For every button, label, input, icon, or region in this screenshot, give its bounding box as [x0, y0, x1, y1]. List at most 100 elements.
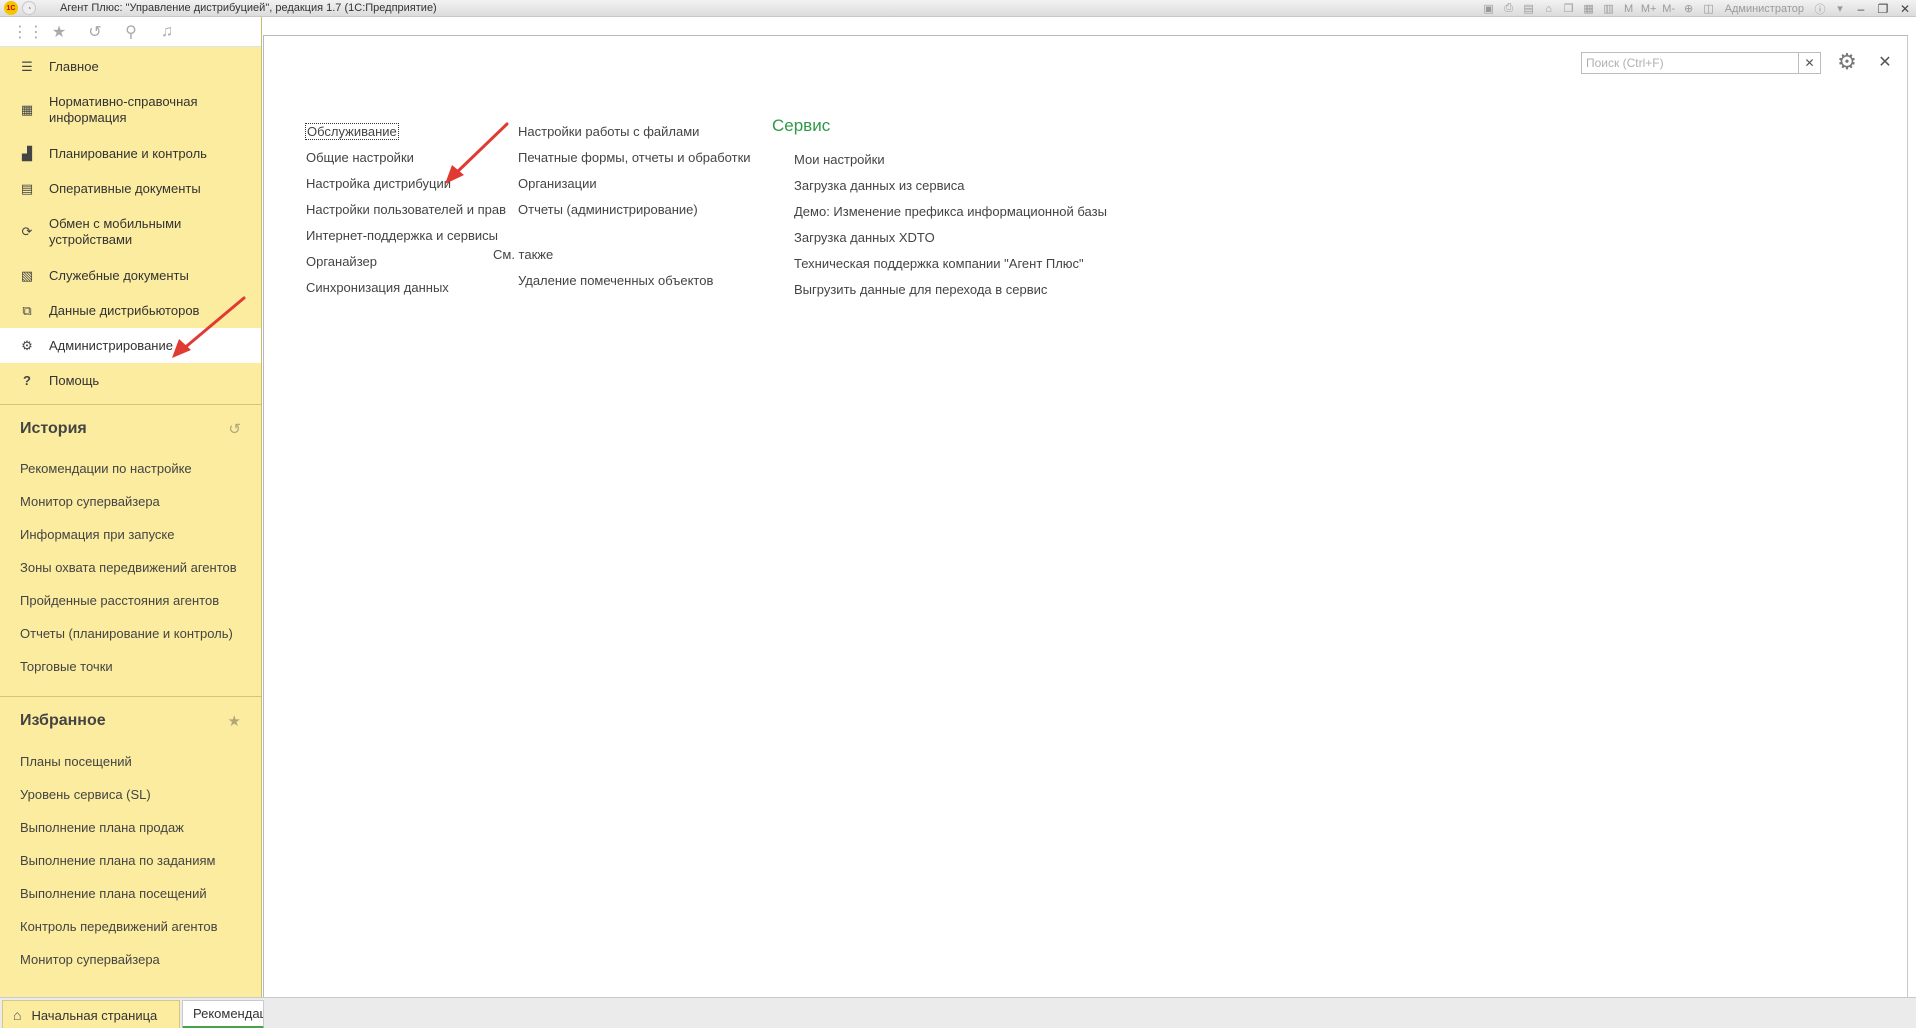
zoom-icon[interactable]: ⊕ — [1679, 0, 1699, 17]
nav-item-mobile-exchange[interactable]: ⟳ Обмен с мобильными устройствами — [0, 206, 261, 258]
apps-grid-icon[interactable]: ⋮⋮ — [12, 22, 44, 42]
info-icon[interactable]: ⓘ — [1810, 0, 1830, 17]
window-title: Агент Плюс: "Управление дистрибуцией", р… — [60, 2, 437, 14]
link-tech-support[interactable]: Техническая поддержка компании "Агент Пл… — [772, 254, 1107, 280]
print-icon[interactable]: ⎙ — [1499, 0, 1519, 17]
admin-links-column-2: Настройки работы с файлами Печатные форм… — [493, 122, 751, 297]
link-file-settings[interactable]: Настройки работы с файлами — [514, 122, 751, 148]
link-print-forms[interactable]: Печатные формы, отчеты и обработки — [514, 148, 751, 174]
close-icon[interactable]: ✕ — [1875, 50, 1895, 74]
link-users-and-rights[interactable]: Настройки пользователей и прав — [303, 200, 506, 226]
nav-item-administration[interactable]: ⚙ Администрирование — [0, 328, 261, 363]
nav-item-planning[interactable]: ▟ Планирование и контроль — [0, 136, 261, 171]
history-item[interactable]: Монитор супервайзера — [0, 485, 261, 518]
open-windows-tabbar: ⌂ Начальная страница Рекомендации по нас… — [0, 997, 1916, 1028]
titlebar-tools: ▣ ⎙ ▤ ⌂ ❐ ▦ ▥ M M+ M- ⊕ ◫ Администратор … — [1479, 0, 1916, 17]
nav-item-reference-info[interactable]: ▦ Нормативно-справочная информация — [0, 84, 261, 136]
link-admin-reports[interactable]: Отчеты (администрирование) — [514, 200, 751, 226]
history-item[interactable]: Информация при запуске — [0, 518, 261, 551]
nav-item-help[interactable]: ? Помощь — [0, 363, 261, 398]
see-also-title: См. также — [493, 247, 554, 262]
link-internet-support[interactable]: Интернет-поддержка и сервисы — [303, 226, 506, 252]
window-close-button[interactable]: ✕ — [1894, 0, 1916, 17]
memory-plus-button[interactable]: M+ — [1639, 0, 1659, 17]
tab-label: Начальная страница — [31, 1007, 158, 1023]
service-column: Сервис Мои настройки Загрузка данных из … — [772, 116, 1107, 306]
favorite-item[interactable]: Выполнение плана продаж — [0, 811, 261, 844]
favorite-item[interactable]: Монитор супервайзера — [0, 943, 261, 976]
favorite-item[interactable]: Планы посещений — [0, 745, 261, 778]
history-item[interactable]: Отчеты (планирование и контроль) — [0, 617, 261, 650]
favorite-item[interactable]: Контроль передвижений агентов — [0, 910, 261, 943]
home-icon: ⌂ — [13, 1007, 22, 1023]
link-general-settings[interactable]: Общие настройки — [303, 148, 506, 174]
link-maintenance[interactable]: Обслуживание — [303, 122, 506, 148]
gear-icon: ⚙ — [21, 337, 33, 353]
history-item[interactable]: Рекомендации по настройке — [0, 452, 261, 485]
link-load-from-service[interactable]: Загрузка данных из сервиса — [772, 176, 1107, 202]
history-item[interactable]: Зоны охвата передвижений агентов — [0, 551, 261, 584]
tab-home[interactable]: ⌂ Начальная страница — [2, 1000, 180, 1028]
favorite-item[interactable]: Уровень сервиса (SL) — [0, 778, 261, 811]
dropdown-arrow-icon[interactable]: ▾ — [1830, 0, 1850, 17]
sidebar: ⋮⋮ ★ ↺ ⚲ ♫ ☰ Главное ▦ Нормативно-справо… — [0, 17, 262, 997]
history-item[interactable]: Пройденные расстояния агентов — [0, 584, 261, 617]
calendar-icon[interactable]: ▥ — [1599, 0, 1619, 17]
save-icon[interactable]: ▣ — [1479, 0, 1499, 17]
search-clear-icon[interactable]: ✕ — [1799, 52, 1821, 74]
link-delete-marked[interactable]: Удаление помеченных объектов — [514, 271, 751, 297]
panels-icon[interactable]: ◫ — [1699, 0, 1719, 17]
nav-item-main[interactable]: ☰ Главное — [0, 49, 261, 84]
favorite-item[interactable]: Выполнение плана посещений — [0, 877, 261, 910]
main-menu-icon[interactable]: ◔ — [22, 1, 36, 15]
bell-icon[interactable]: ♫ — [156, 23, 178, 41]
search-input[interactable] — [1581, 52, 1799, 74]
link-icon[interactable]: ⌂ — [1539, 0, 1559, 17]
tab-label: Рекомендации по настройке — [193, 1006, 263, 1021]
current-user[interactable]: Администратор — [1719, 3, 1810, 15]
history-item[interactable]: Торговые точки — [0, 650, 261, 683]
link-demo-prefix[interactable]: Демо: Изменение префикса информационной … — [772, 202, 1107, 228]
restore-button[interactable]: ❐ — [1872, 0, 1894, 17]
section-title: Избранное — [20, 712, 106, 729]
nav-item-operative-docs[interactable]: ▤ Оперативные документы — [0, 171, 261, 206]
service-docs-icon: ▧ — [20, 267, 34, 283]
history-section-title: История ↺ — [0, 404, 261, 452]
link-distribution-settings[interactable]: Настройка дистрибуции — [303, 174, 506, 200]
link-organizations[interactable]: Организации — [514, 174, 751, 200]
tab-recommendations[interactable]: Рекомендации по настройке — [182, 1000, 264, 1028]
settings-gear-icon[interactable]: ⚙ — [1832, 49, 1862, 75]
grid-icon: ▦ — [20, 102, 34, 117]
star-icon[interactable]: ★ — [48, 22, 70, 42]
main-content: ✕ ⚙ ✕ Обслуживание Общие настройки Настр… — [263, 35, 1908, 1025]
sections-nav: ☰ Главное ▦ Нормативно-справочная информ… — [0, 47, 261, 398]
divider — [0, 683, 261, 697]
history-icon[interactable]: ↺ — [228, 420, 241, 438]
section-title: История — [20, 419, 87, 437]
nav-item-service-docs[interactable]: ▧ Служебные документы — [0, 258, 261, 293]
nav-item-label: Данные дистрибьюторов — [49, 302, 200, 318]
window-titlebar: 1С ◔ Агент Плюс: "Управление дистрибуцие… — [0, 0, 1916, 17]
link-data-sync[interactable]: Синхронизация данных — [303, 278, 506, 304]
star-icon[interactable]: ★ — [228, 712, 241, 730]
memory-m-button[interactable]: M — [1619, 0, 1639, 17]
minimize-button[interactable]: – — [1850, 0, 1872, 17]
history-icon[interactable]: ↺ — [84, 22, 106, 42]
copy-icon[interactable]: ❐ — [1559, 0, 1579, 17]
link-export-for-service[interactable]: Выгрузить данные для перехода в сервис — [772, 280, 1107, 306]
link-load-xdto[interactable]: Загрузка данных XDTO — [772, 228, 1107, 254]
link-my-settings[interactable]: Мои настройки — [772, 150, 1107, 176]
question-icon: ? — [23, 372, 31, 388]
search-icon[interactable]: ⚲ — [120, 22, 142, 42]
favorite-item[interactable]: Выполнение плана по заданиям — [0, 844, 261, 877]
app-logo-icon[interactable]: 1С — [4, 1, 18, 15]
link-label: Обслуживание — [305, 123, 399, 140]
link-organizer[interactable]: Органайзер — [303, 252, 506, 278]
preview-icon[interactable]: ▤ — [1519, 0, 1539, 17]
nav-item-label: Обмен с мобильными устройствами — [49, 216, 182, 247]
table-icon[interactable]: ▦ — [1579, 0, 1599, 17]
nav-item-distributor-data[interactable]: ⧉ Данные дистрибьюторов — [0, 293, 261, 328]
favorites-section-title: Избранное ★ — [0, 697, 261, 745]
menu-lines-icon: ☰ — [21, 58, 33, 74]
memory-minus-button[interactable]: M- — [1659, 0, 1679, 17]
